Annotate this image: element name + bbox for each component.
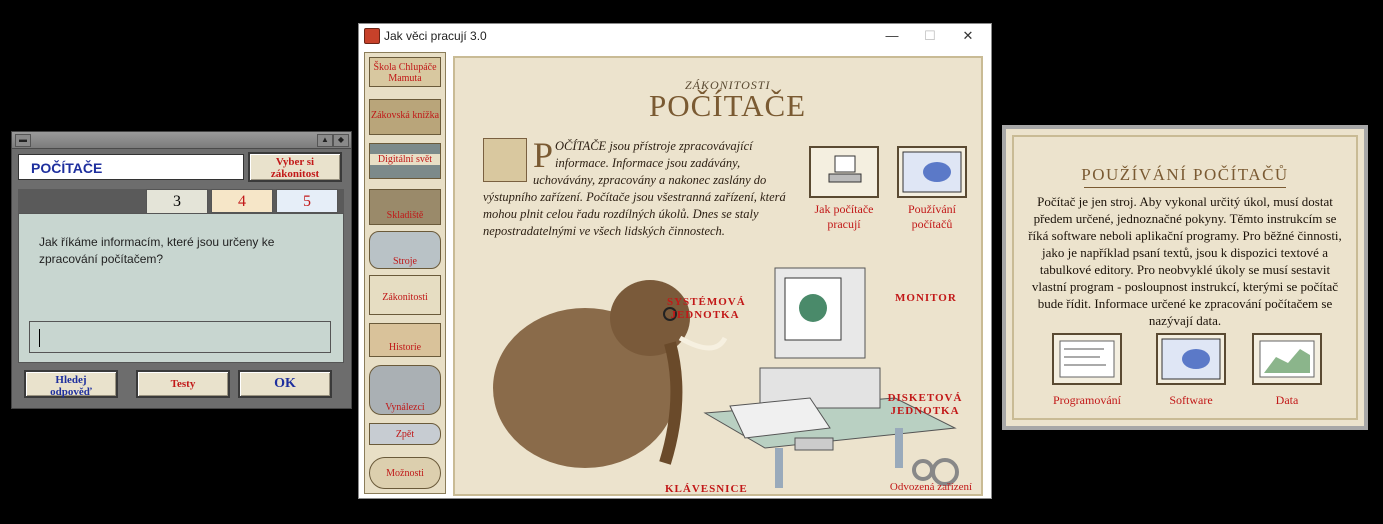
software-thumbnail[interactable]: [1156, 333, 1226, 385]
sidebar-label-back: Zpět: [395, 429, 415, 440]
sidebar-item-warehouse[interactable]: Skladiště: [369, 189, 441, 225]
using-computers-window: POUŽÍVÁNÍ POČÍTAČŮ Počítač je jen stroj.…: [1002, 125, 1368, 430]
spreadsheet-icon: [1259, 340, 1315, 378]
sidebar-item-digital[interactable]: Digitální svět: [369, 143, 441, 179]
sidebar-label-laws: Zákonitosti: [382, 292, 428, 303]
sidebar-item-history[interactable]: Historie: [369, 323, 441, 357]
data-link[interactable]: Data: [1240, 393, 1334, 408]
quiz-window: ▬ ▲ ◆ POČÍTAČE Vyber si zákonitost 3 4 5…: [11, 131, 352, 409]
using-computers-frame: POUŽÍVÁNÍ POČÍTAČŮ Počítač je jen stroj.…: [1012, 135, 1358, 420]
sidebar-item-machines[interactable]: Stroje: [369, 231, 441, 269]
ok-button[interactable]: OK: [238, 370, 332, 398]
text-caret: [39, 329, 40, 347]
mammoth-tusk: [678, 335, 728, 351]
close-button[interactable]: ✕: [949, 26, 987, 46]
elephant-screen-icon: [902, 151, 962, 193]
sidebar-label-school: Škola Chlupáče Mamuta: [373, 62, 437, 84]
programming-thumbnail[interactable]: [1052, 333, 1122, 385]
search-answer-label-2: odpověď: [50, 386, 92, 398]
main-titlebar[interactable]: Jak věci pracují 3.0 — ☐ ✕: [359, 24, 991, 47]
choose-law-label-2: zákonitost: [270, 168, 320, 180]
question-text: Jak říkáme informacím, které jsou určeny…: [39, 235, 275, 266]
callout-disk-drive[interactable]: DISKETOVÁ JEDNOTKA: [887, 392, 963, 418]
search-answer-label-1: Hledej: [55, 374, 87, 386]
how-computers-work-link[interactable]: Jak počítače pracují: [803, 202, 885, 232]
screen-chart: [799, 294, 827, 322]
window-title: Jak věci pracují 3.0: [384, 29, 487, 43]
callout-system-line-2: JEDNOTKA: [670, 309, 740, 321]
intro-text: OČÍTAČE jsou přístroje zpracovávající in…: [483, 139, 786, 238]
sidebar-label-digital: Digitální svět: [370, 154, 440, 165]
sidebar-item-inventors[interactable]: Vynálezci: [369, 365, 441, 415]
elephant-screen-icon: [1161, 338, 1221, 380]
callout-system-line-1: SYSTÉMOVÁ: [667, 296, 746, 308]
page-title: POČÍTAČE: [649, 88, 807, 123]
question-panel: Jak říkáme informacím, které jsou určeny…: [18, 213, 344, 363]
sidebar-label-notebook: Zákovská knížka: [370, 110, 440, 121]
sidebar-item-laws[interactable]: Zákonitosti: [369, 275, 441, 315]
quiz-titlebar[interactable]: ▬ ▲ ◆: [12, 132, 351, 149]
how-link-line-2: pracují: [827, 217, 861, 231]
main-window: Jak věci pracují 3.0 — ☐ ✕ Škola Chlupáč…: [358, 23, 992, 499]
mouse-pad: [794, 437, 834, 451]
intro-paragraph: P OČÍTAČE jsou přístroje zpracovávající …: [483, 135, 789, 240]
using-computers-text: Počítač je jen stroj. Aby vykonal určitý…: [1028, 194, 1342, 328]
app-icon: [364, 28, 380, 44]
how-computers-work-thumbnail[interactable]: [809, 146, 879, 198]
sidebar-item-school[interactable]: Škola Chlupáče Mamuta: [369, 57, 441, 87]
tab-4[interactable]: 4: [211, 189, 273, 213]
sidebar-label-inventors: Vynálezci: [385, 402, 425, 413]
sidebar-item-options[interactable]: Možnosti: [369, 457, 441, 489]
data-thumbnail[interactable]: [1252, 333, 1322, 385]
drop-cap: P: [533, 135, 554, 175]
quiz-topic: POČÍTAČE: [18, 154, 244, 180]
navigation-sidebar: Škola Chlupáče Mamuta Zákovská knížka Di…: [364, 52, 446, 494]
restore-icon[interactable]: ◆: [333, 134, 349, 147]
computer-icon: [828, 155, 862, 183]
system-menu-icon[interactable]: ▬: [15, 134, 31, 147]
title-divider: [1084, 187, 1286, 188]
desk-leg: [895, 428, 903, 468]
desk-leg: [775, 448, 783, 488]
programming-link[interactable]: Programování: [1034, 393, 1140, 408]
callout-monitor[interactable]: MONITOR: [895, 292, 957, 305]
projector-icon[interactable]: [483, 138, 527, 182]
sidebar-label-history: Historie: [388, 342, 422, 353]
sidebar-label-options: Možnosti: [386, 468, 424, 479]
sidebar-label-machines: Stroje: [393, 256, 417, 267]
sidebar-item-back[interactable]: Zpět: [369, 423, 441, 445]
minimize-icon[interactable]: ▲: [317, 134, 333, 147]
use-link-line-2: počítačů: [911, 217, 953, 231]
tests-button[interactable]: Testy: [136, 370, 230, 398]
question-tabs: 3 4 5: [18, 189, 344, 213]
software-link[interactable]: Software: [1144, 393, 1238, 408]
callout-system-unit[interactable]: SYSTÉMOVÁ JEDNOTKA: [667, 296, 746, 322]
gear-icon: [912, 459, 934, 481]
sidebar-label-warehouse: Skladiště: [386, 210, 424, 221]
using-computers-thumbnail[interactable]: [897, 146, 967, 198]
callout-disk-line-1: DISKETOVÁ: [887, 392, 963, 404]
mammoth-computer-illustration: [493, 267, 959, 488]
tab-3[interactable]: 3: [146, 189, 208, 213]
using-computers-title: POUŽÍVÁNÍ POČÍTAČŮ: [1081, 165, 1289, 184]
use-link-line-1: Používání: [908, 202, 956, 216]
derived-devices-link[interactable]: Odvozená zařízení: [883, 480, 979, 495]
code-listing-icon: [1059, 340, 1115, 378]
content-panel: ZÁKONITOSTI POČÍTAČE P OČÍTAČE jsou přís…: [453, 56, 983, 496]
using-computers-link[interactable]: Používání počítačů: [891, 202, 973, 232]
sidebar-item-notebook[interactable]: Zákovská knížka: [369, 99, 441, 135]
callout-disk-line-2: JEDNOTKA: [890, 405, 960, 417]
answer-input[interactable]: [29, 321, 331, 353]
tab-5[interactable]: 5: [276, 189, 338, 213]
callout-keyboard[interactable]: KLÁVESNICE: [665, 483, 748, 496]
search-answer-button[interactable]: Hledej odpověď: [24, 370, 118, 398]
minimize-button[interactable]: —: [873, 26, 911, 46]
maximize-button[interactable]: ☐: [911, 26, 949, 46]
choose-law-button[interactable]: Vyber si zákonitost: [248, 152, 342, 182]
choose-law-label-1: Vyber si: [275, 156, 315, 168]
how-link-line-1: Jak počítače: [814, 202, 874, 216]
